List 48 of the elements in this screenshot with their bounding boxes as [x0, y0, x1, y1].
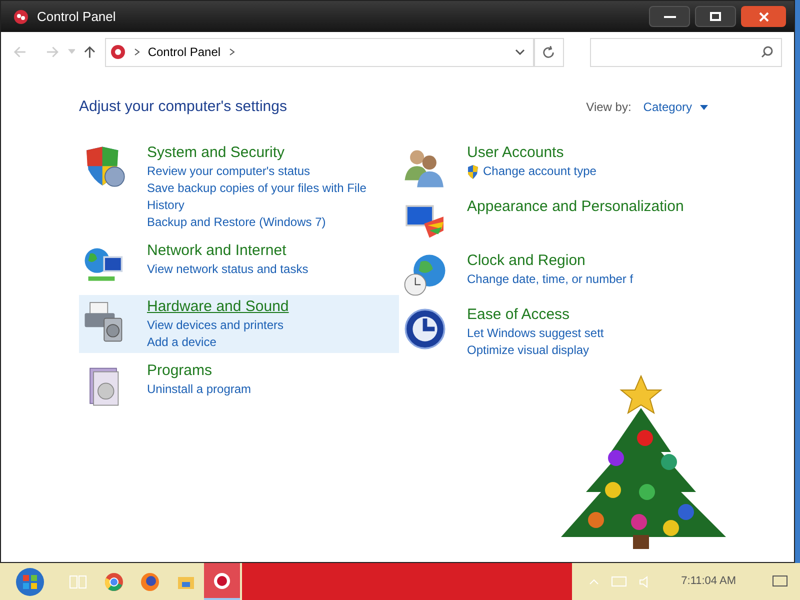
- view-by-dropdown[interactable]: Category: [643, 98, 708, 116]
- view-by-label: View by:: [586, 99, 632, 116]
- category-link[interactable]: Change date, time, or number f: [467, 270, 634, 288]
- app-icon: [13, 8, 29, 24]
- category-link[interactable]: Backup and Restore (Windows 7): [147, 214, 326, 230]
- category-link[interactable]: Optimize visual display: [467, 342, 590, 358]
- windows-logo-icon: [15, 566, 45, 596]
- category-title[interactable]: Hardware and Sound: [147, 296, 289, 316]
- category-title[interactable]: Programs: [147, 360, 252, 380]
- close-button[interactable]: [741, 6, 786, 27]
- category-title[interactable]: Clock and Region: [467, 250, 634, 270]
- chevron-right-icon: [134, 48, 140, 56]
- globe-clock-icon: [403, 252, 447, 296]
- breadcrumb-item[interactable]: Control Panel: [148, 43, 221, 61]
- refresh-button[interactable]: [534, 38, 564, 66]
- notification-icon[interactable]: [772, 574, 788, 588]
- clock[interactable]: 7:11:04 AM: [681, 573, 736, 590]
- category-link[interactable]: Uninstall a program: [147, 380, 252, 398]
- control-panel-icon: [110, 44, 126, 60]
- browser-icon: [139, 570, 161, 592]
- chevron-down-icon[interactable]: [514, 49, 525, 55]
- category-title[interactable]: User Accounts: [467, 142, 596, 162]
- search-icon: [761, 46, 773, 58]
- browser-icon: [103, 570, 125, 592]
- category-link[interactable]: Review your computer's status: [147, 162, 310, 180]
- category-title[interactable]: Appearance and Personalization: [467, 196, 684, 216]
- category-title[interactable]: Ease of Access: [467, 304, 604, 324]
- address-bar[interactable]: Control Panel: [104, 38, 534, 66]
- category-title[interactable]: System and Security: [147, 142, 387, 162]
- refresh-icon: [542, 46, 556, 58]
- chevron-right-icon: [228, 48, 235, 56]
- search-field[interactable]: [590, 38, 782, 66]
- caret-icon: [700, 104, 708, 110]
- category-link[interactable]: Let Windows suggest sett: [467, 324, 604, 342]
- category-link[interactable]: Save backup copies of your files with File History: [147, 180, 387, 214]
- window-title: Control Panel: [37, 8, 116, 26]
- up-arrow-icon[interactable]: [83, 45, 97, 59]
- category-link[interactable]: Change account type: [483, 162, 596, 180]
- page-heading: Adjust your computer's settings: [79, 97, 287, 117]
- minimize-button[interactable]: [649, 6, 690, 27]
- accessibility-icon: [403, 306, 447, 350]
- category-link[interactable]: View network status and tasks: [147, 260, 308, 278]
- category-title[interactable]: Network and Internet: [147, 240, 308, 260]
- close-icon: [758, 12, 768, 22]
- category-link[interactable]: View devices and printers: [147, 316, 284, 334]
- taskbar-button[interactable]: [204, 563, 240, 600]
- category-link[interactable]: Add a device: [147, 334, 216, 350]
- maximize-button[interactable]: [695, 6, 736, 27]
